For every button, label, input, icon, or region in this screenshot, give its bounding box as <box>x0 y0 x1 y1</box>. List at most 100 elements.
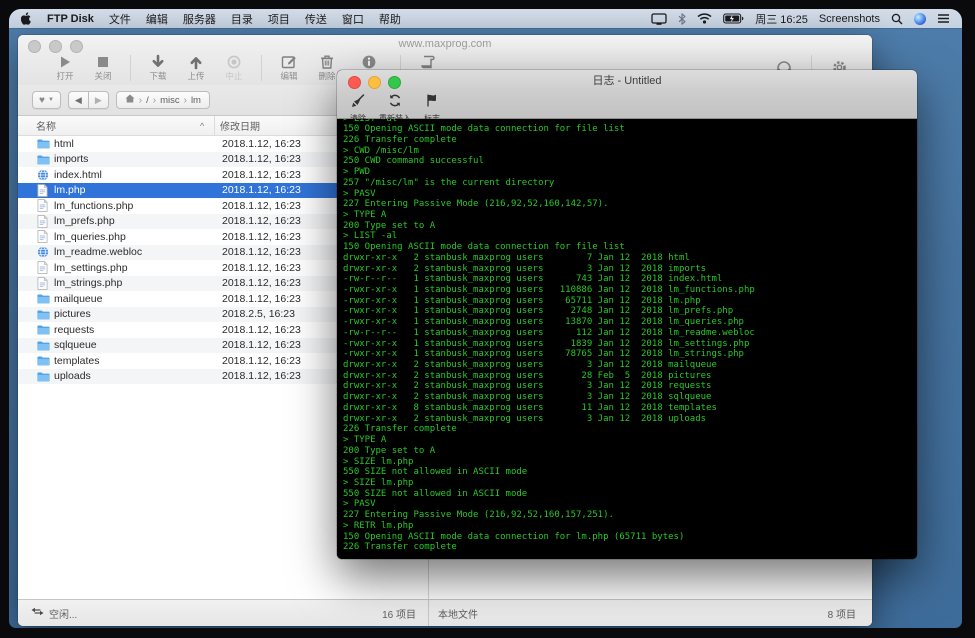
transfers-icon <box>31 607 44 619</box>
file-modified-date: 2018.1.12, 16:23 <box>222 354 301 367</box>
menubar-item[interactable]: 编辑 <box>146 11 168 27</box>
file-name: lm_queries.php <box>54 230 126 243</box>
zoom-window-button[interactable] <box>388 76 401 89</box>
remote-item-count: 16 项目 <box>382 609 416 621</box>
menubar-item[interactable]: 文件 <box>109 11 131 27</box>
menubar-item[interactable]: 帮助 <box>379 11 401 27</box>
file-name: lm_settings.php <box>54 261 128 274</box>
wifi-icon[interactable] <box>697 13 712 24</box>
folder-icon <box>37 371 54 382</box>
folder-icon <box>37 324 54 335</box>
column-header-name[interactable]: 名称 <box>18 118 200 133</box>
menubar-item[interactable]: 传送 <box>305 11 327 27</box>
file-modified-date: 2018.1.12, 16:23 <box>222 323 301 336</box>
toolbar-divider <box>130 55 131 81</box>
file-modified-date: 2018.1.12, 16:23 <box>222 261 301 274</box>
open-button[interactable]: 打开 <box>46 54 84 82</box>
file-name: templates <box>54 354 100 367</box>
bluetooth-icon[interactable] <box>678 12 686 25</box>
folder-icon <box>37 293 54 304</box>
php-file-icon <box>37 214 54 228</box>
search-icon[interactable] <box>891 13 903 25</box>
favorites-button[interactable]: ♥ ▼ <box>32 91 61 109</box>
ftp-titlebar[interactable]: www.maxprog.com <box>18 35 872 53</box>
minimize-window-button[interactable] <box>49 40 62 53</box>
menubar-item[interactable]: 服务器 <box>183 11 216 27</box>
stop-square-icon <box>95 54 111 70</box>
notification-center-icon[interactable] <box>937 13 950 24</box>
php-file-icon <box>37 261 54 275</box>
breadcrumb-root[interactable]: / <box>146 95 149 106</box>
desktop: FTP Disk 文件 编辑 服务器 目录 项目 传送 窗口 帮助 周三 16:25 Scre… <box>9 9 962 628</box>
file-modified-date: 2018.1.12, 16:23 <box>222 292 301 305</box>
file-name: lm_functions.php <box>54 199 134 212</box>
zoom-window-button[interactable] <box>70 40 83 53</box>
file-name: imports <box>54 153 89 166</box>
close-window-button[interactable] <box>28 40 41 53</box>
sort-ascending-icon[interactable]: ^ <box>200 121 214 131</box>
abort-button: 中止 <box>215 54 253 82</box>
menubar-item[interactable]: 项目 <box>268 11 290 27</box>
local-item-count: 8 项目 <box>827 609 856 621</box>
folder-icon <box>37 154 54 165</box>
file-name: requests <box>54 323 95 336</box>
menubar-item[interactable]: 窗口 <box>342 11 364 27</box>
menu-bar: FTP Disk 文件 编辑 服务器 目录 项目 传送 窗口 帮助 周三 16:25 Scre… <box>9 9 962 28</box>
siri-icon[interactable] <box>914 12 926 25</box>
battery-charging-icon[interactable] <box>723 13 744 24</box>
file-modified-date: 2018.1.12, 16:23 <box>222 277 301 290</box>
breadcrumb-lm[interactable]: lm <box>191 95 201 106</box>
file-name: lm_strings.php <box>54 277 123 290</box>
webloc-icon <box>37 169 54 181</box>
back-arrow-icon: ◀ <box>74 94 82 105</box>
play-icon <box>57 54 73 70</box>
display-mirroring-icon[interactable] <box>651 12 667 25</box>
forward-button[interactable]: ▶ <box>88 91 109 109</box>
folder-icon <box>37 340 54 351</box>
php-file-icon <box>37 230 54 244</box>
file-name: index.html <box>54 168 102 181</box>
file-modified-date: 2018.1.12, 16:23 <box>222 246 301 259</box>
column-header-date[interactable]: 修改日期 <box>220 118 260 133</box>
php-file-icon <box>37 183 54 197</box>
pane-divider[interactable] <box>428 600 429 626</box>
upload-arrow-icon <box>188 54 204 70</box>
edit-pencil-icon <box>281 54 298 70</box>
php-file-icon <box>37 199 54 213</box>
edit-button[interactable]: 编辑 <box>270 54 308 82</box>
upload-button[interactable]: 上传 <box>177 54 215 82</box>
ftp-window-title: www.maxprog.com <box>398 38 492 50</box>
log-scroll-icon <box>420 54 436 70</box>
menubar-clock[interactable]: 周三 16:25 <box>755 11 808 27</box>
file-name: mailqueue <box>54 292 103 305</box>
log-titlebar[interactable]: 日志 - Untitled <box>337 70 917 92</box>
status-bar: 空闲... 16 项目 本地文件 8 项目 <box>18 599 872 626</box>
download-button[interactable]: 下载 <box>139 54 177 82</box>
menubar-status-app[interactable]: Screenshots <box>819 13 880 25</box>
file-modified-date: 2018.1.12, 16:23 <box>222 153 301 166</box>
apple-icon[interactable] <box>21 12 32 25</box>
home-icon[interactable] <box>125 94 135 106</box>
minimize-window-button[interactable] <box>368 76 381 89</box>
local-files-label: 本地文件 <box>438 609 478 621</box>
download-arrow-icon <box>150 54 166 70</box>
file-name: lm_prefs.php <box>54 215 115 228</box>
toolbar-divider <box>261 55 262 81</box>
back-button[interactable]: ◀ <box>67 91 89 109</box>
folder-icon <box>37 355 54 366</box>
file-modified-date: 2018.1.12, 16:23 <box>222 230 301 243</box>
breadcrumb: › / › misc › lm <box>115 91 210 109</box>
php-file-icon <box>37 276 54 290</box>
broom-icon <box>351 94 365 112</box>
file-modified-date: 2018.1.12, 16:23 <box>222 199 301 212</box>
file-name: lm.php <box>54 184 86 197</box>
menubar-menus: 文件 编辑 服务器 目录 项目 传送 窗口 帮助 <box>109 11 401 27</box>
close-button[interactable]: 关闭 <box>84 54 122 82</box>
menubar-item[interactable]: 目录 <box>231 11 253 27</box>
close-window-button[interactable] <box>348 76 361 89</box>
menubar-app-name[interactable]: FTP Disk <box>47 13 94 25</box>
breadcrumb-misc[interactable]: misc <box>160 95 180 106</box>
forward-arrow-icon: ▶ <box>94 94 102 105</box>
terminal-view[interactable]: > LIST -al 150 Opening ASCII mode data c… <box>337 119 917 559</box>
terminal-output: > LIST -al 150 Opening ASCII mode data c… <box>343 119 755 553</box>
